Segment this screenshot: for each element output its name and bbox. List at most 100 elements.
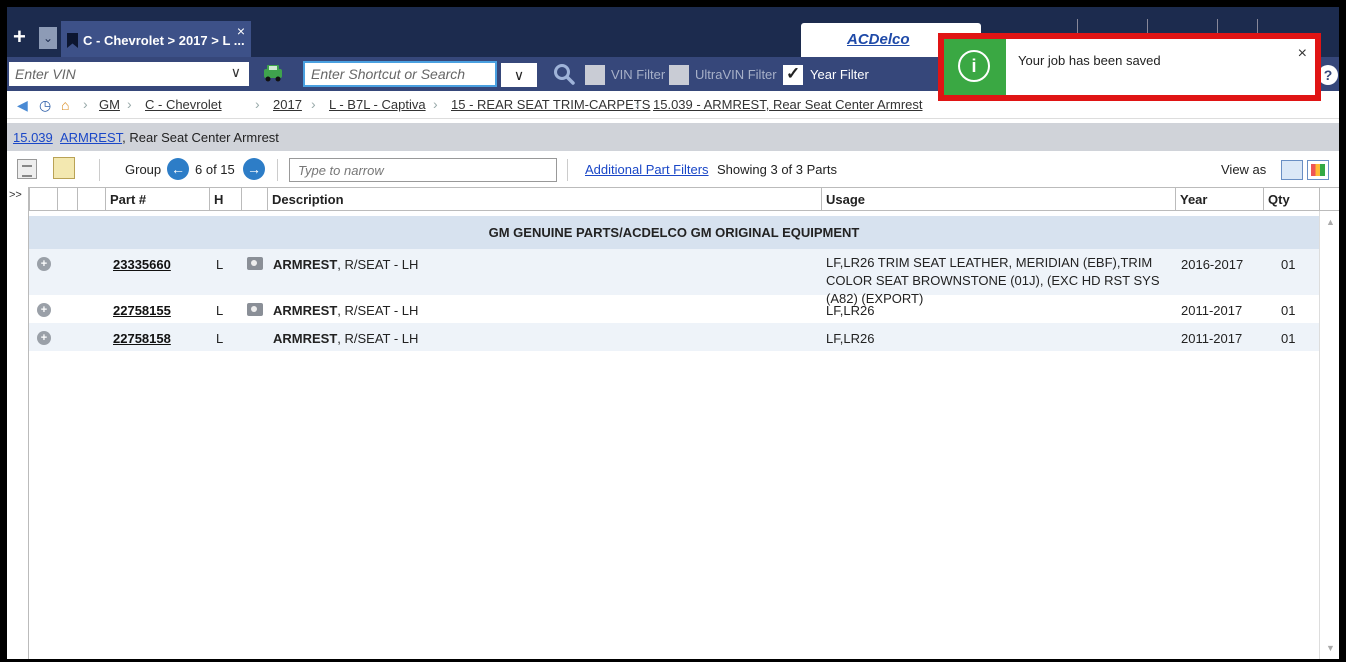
history-clock-icon[interactable]: ◷ — [39, 97, 51, 114]
toast-icon-panel: i — [944, 39, 1006, 95]
column-header-description[interactable]: Description — [267, 188, 821, 210]
tab-label: C - Chevrolet > 2017 > L ... — [83, 33, 245, 48]
column-header-part[interactable]: Part # — [105, 188, 209, 210]
part-number-link[interactable]: 22758158 — [113, 331, 171, 346]
view-as-label: View as — [1221, 162, 1267, 177]
list-view-icon[interactable] — [17, 159, 37, 179]
vehicle-icon[interactable] — [262, 63, 284, 83]
notes-icon[interactable] — [53, 157, 75, 179]
usage: LF,LR26 — [826, 303, 875, 318]
year: 2011-2017 — [1181, 331, 1243, 346]
qty: 01 — [1281, 257, 1296, 272]
parts-table: GM GENUINE PARTS/ACDELCO GM ORIGINAL EQU… — [29, 211, 1319, 659]
parts-controls: Group ← 6 of 15 → Type to narrow Additio… — [7, 153, 1339, 187]
breadcrumb-model[interactable]: L - B7L - Captiva — [329, 97, 426, 112]
bookmark-icon[interactable] — [67, 33, 78, 48]
home-icon[interactable]: ⌂ — [61, 97, 69, 113]
breadcrumb-separator: › — [255, 96, 260, 112]
expand-row-icon[interactable]: + — [37, 257, 51, 271]
breadcrumb-year[interactable]: 2017 — [273, 97, 302, 112]
close-toast-button[interactable]: × — [1298, 45, 1307, 63]
h-value: L — [216, 331, 224, 346]
camera-icon[interactable] — [247, 257, 263, 270]
breadcrumb-separator: › — [635, 96, 640, 112]
description: ARMREST, R/SEAT - LH — [273, 303, 419, 318]
h-value: L — [216, 303, 224, 318]
part-number-link[interactable]: 22758155 — [113, 303, 171, 318]
part-number-link[interactable]: 23335660 — [113, 257, 171, 272]
info-icon: i — [958, 50, 990, 82]
breadcrumb-gm[interactable]: GM — [99, 97, 120, 112]
breadcrumb-separator: › — [83, 96, 88, 112]
breadcrumb-subcategory[interactable]: 15.039 - ARMREST, Rear Seat Center Armre… — [653, 97, 923, 112]
table-row[interactable]: + 22758155 L ARMREST, R/SEAT - LH LF,LR2… — [29, 295, 1319, 323]
column-header-h[interactable]: H — [209, 188, 241, 210]
expand-panel-button[interactable]: >> — [7, 187, 29, 659]
year: 2011-2017 — [1181, 303, 1243, 318]
add-tab-button[interactable]: + — [13, 26, 26, 48]
help-icon[interactable]: ? — [1318, 65, 1338, 85]
expand-row-icon[interactable]: + — [37, 331, 51, 345]
search-dropdown-button[interactable]: ∨ — [501, 63, 537, 87]
column-header-blank — [77, 188, 105, 210]
table-header: Part # H Description Usage Year Qty — [29, 187, 1319, 211]
close-tab-button[interactable]: × — [237, 23, 245, 39]
next-group-button[interactable]: → — [243, 158, 265, 180]
scrollbar-header-cell — [1319, 187, 1339, 211]
section-name-link[interactable]: ARMREST — [60, 130, 122, 145]
camera-icon[interactable] — [247, 303, 263, 316]
column-header-year[interactable]: Year — [1175, 188, 1263, 210]
narrow-placeholder: Type to narrow — [298, 163, 384, 178]
group-count: 6 of 15 — [195, 162, 235, 177]
year-filter-checkbox[interactable] — [783, 64, 803, 85]
breadcrumb-category[interactable]: 15 - REAR SEAT TRIM-CARPETS — [451, 97, 650, 112]
group-row: GM GENUINE PARTS/ACDELCO GM ORIGINAL EQU… — [29, 216, 1319, 249]
vin-placeholder: Enter VIN — [15, 66, 76, 82]
chevron-down-icon: ∨ — [513, 67, 525, 83]
column-header-blank — [57, 188, 77, 210]
column-header-qty[interactable]: Qty — [1263, 188, 1319, 210]
divider — [567, 159, 568, 181]
toast-message: Your job has been saved — [1018, 53, 1161, 68]
qty: 01 — [1281, 303, 1296, 318]
search-icon[interactable] — [552, 63, 576, 85]
description: ARMREST, R/SEAT - LH — [273, 331, 419, 346]
vin-filter-checkbox[interactable] — [585, 65, 605, 85]
grid-view-toggle-icon[interactable] — [1307, 160, 1329, 180]
description: ARMREST, R/SEAT - LH — [273, 257, 419, 272]
breadcrumb-make[interactable]: C - Chevrolet — [145, 97, 222, 112]
table-row[interactable]: + 23335660 L ARMREST, R/SEAT - LH LF,LR2… — [29, 249, 1319, 306]
search-input[interactable]: Enter Shortcut or Search — [303, 61, 497, 87]
previous-group-button[interactable]: ← — [167, 158, 189, 180]
app-window: + ⌄ C - Chevrolet > 2017 > L ... × ACDel… — [7, 7, 1339, 659]
vin-input[interactable]: Enter VIN ∨ — [9, 62, 249, 86]
vertical-scrollbar[interactable]: ▲ ▼ — [1319, 211, 1339, 659]
year-filter-label: Year Filter — [810, 67, 869, 82]
divider — [99, 159, 100, 181]
table-row[interactable]: + 22758158 L ARMREST, R/SEAT - LH LF,LR2… — [29, 323, 1319, 351]
additional-part-filters-link[interactable]: Additional Part Filters — [585, 162, 709, 177]
section-title-rest: , Rear Seat Center Armrest — [122, 130, 279, 145]
chevron-down-icon[interactable]: ∨ — [231, 64, 241, 81]
breadcrumb-separator: › — [433, 96, 438, 112]
scroll-down-icon[interactable]: ▼ — [1326, 643, 1335, 653]
expand-icon: >> — [9, 189, 22, 201]
scroll-up-icon[interactable]: ▲ — [1326, 217, 1335, 227]
narrow-input[interactable]: Type to narrow — [289, 158, 557, 182]
column-header-expand — [29, 188, 57, 210]
column-header-usage[interactable]: Usage — [821, 188, 1175, 210]
ultravin-filter-checkbox[interactable] — [669, 65, 689, 85]
tab-active[interactable]: C - Chevrolet > 2017 > L ... × — [61, 21, 251, 57]
breadcrumb-separator: › — [311, 96, 316, 112]
usage: LF,LR26 — [826, 331, 875, 346]
qty: 01 — [1281, 331, 1296, 346]
back-arrow-icon[interactable]: ◀ — [17, 97, 28, 114]
section-title: 15.039 ARMREST, Rear Seat Center Armrest — [13, 130, 279, 145]
search-placeholder: Enter Shortcut or Search — [311, 66, 466, 82]
group-label: Group — [125, 162, 162, 177]
tab-list-dropdown[interactable]: ⌄ — [39, 27, 57, 49]
section-code-link[interactable]: 15.039 — [13, 130, 53, 145]
expand-row-icon[interactable]: + — [37, 303, 51, 317]
toast-notification: i Your job has been saved × — [938, 33, 1321, 101]
list-view-toggle-icon[interactable] — [1281, 160, 1303, 180]
